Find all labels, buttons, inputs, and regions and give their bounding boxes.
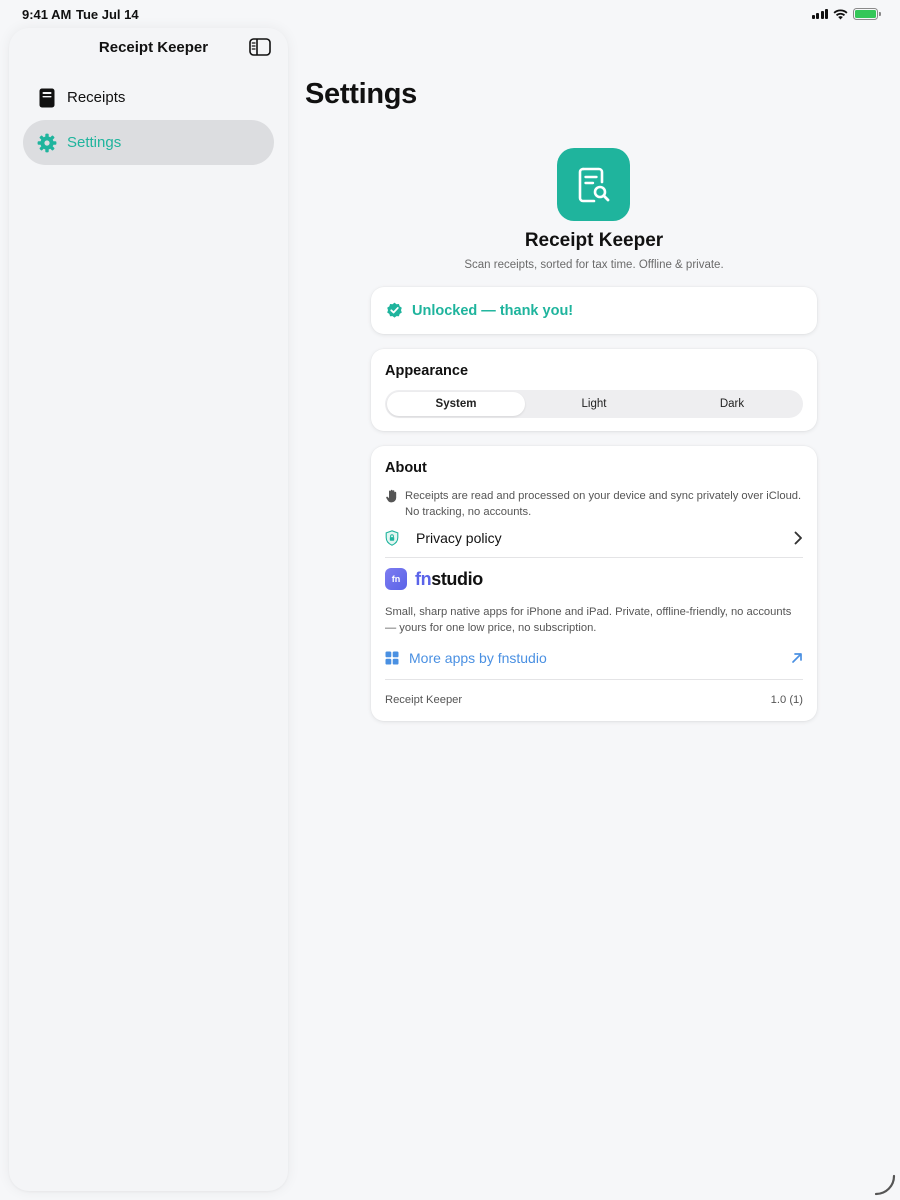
lock-shield-icon (385, 530, 399, 546)
status-time: 9:41 AM (22, 7, 72, 22)
battery-fill (855, 10, 876, 18)
unlocked-status: Unlocked — thank you! (412, 302, 574, 319)
version-footer: Receipt Keeper 1.0 (1) (385, 694, 803, 706)
wifi-icon (833, 8, 848, 19)
receipt-icon (37, 88, 57, 108)
status-bar: 9:41 AM Tue Jul 14 (0, 0, 900, 28)
divider (385, 679, 803, 680)
grid-icon (385, 651, 399, 665)
fnstudio-wordmark: fnstudio (415, 568, 483, 589)
receipt-search-icon (557, 148, 630, 221)
appearance-option-system[interactable]: System (387, 392, 525, 416)
status-indicators (811, 8, 881, 20)
sidebar-item-label: Settings (67, 134, 122, 151)
divider (385, 557, 803, 558)
checkmark-seal-icon (387, 302, 402, 318)
sidebar: Receipt Keeper Receipts Settings (9, 28, 288, 1191)
appearance-option-dark[interactable]: Dark (663, 392, 801, 416)
fnstudio-description: Small, sharp native apps for iPhone and … (385, 606, 792, 634)
chevron-right-icon (794, 531, 802, 545)
more-apps-link[interactable]: More apps by fnstudio (385, 648, 803, 668)
privacy-policy-row[interactable]: Privacy policy (385, 525, 803, 551)
page-title: Settings (305, 78, 417, 110)
sidebar-item-settings[interactable]: Settings (23, 120, 274, 165)
window-resize-handle-icon[interactable] (872, 1172, 898, 1198)
sidebar-item-receipts[interactable]: Receipts (23, 75, 274, 120)
footer-app-name: Receipt Keeper (385, 694, 463, 706)
appearance-option-light[interactable]: Light (525, 392, 663, 416)
app-name: Receipt Keeper (524, 230, 664, 251)
unlocked-card: Unlocked — thank you! (371, 287, 817, 334)
cellular-signal-icon (811, 9, 828, 19)
about-card: About Receipts are read and processed on… (371, 446, 817, 721)
privacy-policy-label: Privacy policy (416, 530, 502, 546)
gear-icon (37, 133, 57, 153)
appearance-segmented-control: System Light Dark (385, 390, 803, 418)
about-title: About (385, 460, 427, 476)
fnstudio-badge-icon: fn (385, 568, 407, 590)
footer-version: 1.0 (1) (770, 694, 803, 706)
appearance-card: Appearance System Light Dark (371, 349, 817, 431)
battery-icon (853, 8, 881, 20)
arrow-up-right-icon (792, 653, 802, 663)
appearance-title: Appearance (385, 363, 469, 379)
fnstudio-logo: fn fnstudio (385, 568, 483, 590)
sidebar-item-label: Receipts (67, 89, 126, 106)
about-description: Receipts are read and processed on your … (405, 490, 802, 518)
hand-raised-icon (386, 489, 397, 503)
app-tagline: Scan receipts, sorted for tax time. Offl… (464, 259, 724, 271)
sidebar-toggle-icon[interactable] (249, 38, 271, 56)
more-apps-label: More apps by fnstudio (409, 650, 547, 666)
status-date: Tue Jul 14 (76, 7, 139, 22)
